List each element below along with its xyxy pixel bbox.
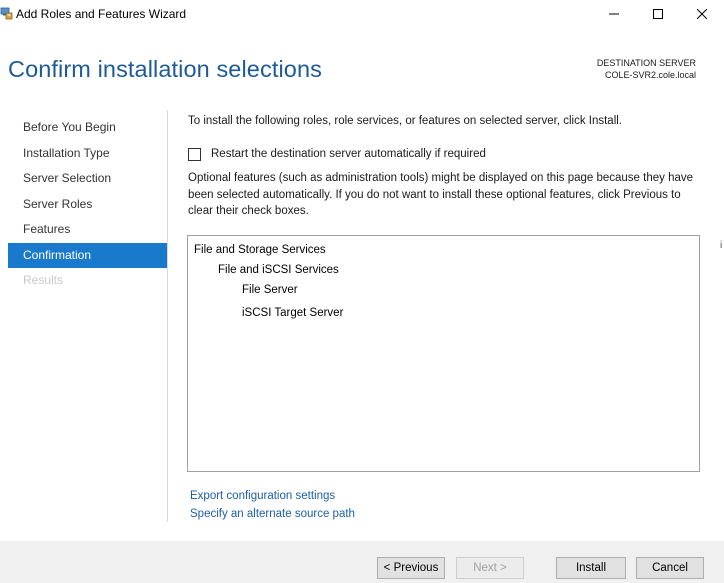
- maximize-icon: [653, 8, 663, 22]
- list-item: File Server: [242, 284, 298, 296]
- intro-text: To install the following roles, role ser…: [188, 115, 622, 127]
- wizard-nav: Before You Begin Installation Type Serve…: [8, 115, 167, 294]
- nav-item-results: Results: [23, 273, 64, 287]
- close-button[interactable]: [680, 0, 724, 30]
- export-configuration-link[interactable]: Export configuration settings: [190, 490, 335, 502]
- restart-option[interactable]: Restart the destination server automatic…: [188, 146, 486, 162]
- list-item: iSCSI Target Server: [242, 307, 344, 319]
- nav-item-server-roles[interactable]: Server Roles: [8, 192, 167, 218]
- nav-item-server-selection[interactable]: Server Selection: [8, 166, 167, 192]
- install-button[interactable]: Install: [556, 557, 626, 579]
- destination-server-name: COLE-SVR2.cole.local: [604, 70, 696, 80]
- nav-divider: [167, 110, 168, 522]
- nav-item-installation-type[interactable]: Installation Type: [8, 141, 167, 167]
- list-item: File and Storage Services: [194, 244, 326, 256]
- previous-button[interactable]: < Previous: [377, 557, 445, 579]
- nav-item-features[interactable]: Features: [8, 217, 167, 243]
- minimize-icon: [609, 8, 619, 22]
- close-icon: [696, 8, 708, 22]
- list-item: File and iSCSI Services: [218, 264, 339, 276]
- nav-item-before-you-begin[interactable]: Before You Begin: [8, 115, 167, 141]
- maximize-button[interactable]: [636, 0, 680, 30]
- minimize-button[interactable]: [592, 0, 636, 30]
- next-button[interactable]: Next >: [456, 557, 524, 579]
- restart-checkbox[interactable]: [188, 147, 201, 161]
- nav-item-confirmation[interactable]: Confirmation: [8, 242, 167, 268]
- server-manager-icon: [0, 7, 13, 20]
- alternate-source-link[interactable]: Specify an alternate source path: [190, 508, 355, 520]
- edge-glyph: i: [720, 240, 723, 251]
- optional-features-note: Optional features (such as administratio…: [188, 172, 694, 217]
- destination-server-label: DESTINATION SERVER: [596, 58, 696, 68]
- cancel-button[interactable]: Cancel: [636, 557, 704, 579]
- selections-list[interactable]: File and Storage Services File and iSCSI…: [187, 235, 700, 472]
- restart-checkbox-label[interactable]: Restart the destination server automatic…: [211, 148, 486, 160]
- title-bar: Add Roles and Features Wizard: [0, 0, 724, 31]
- page-title: Confirm installation selections: [8, 56, 322, 82]
- window-title: Add Roles and Features Wizard: [16, 7, 187, 21]
